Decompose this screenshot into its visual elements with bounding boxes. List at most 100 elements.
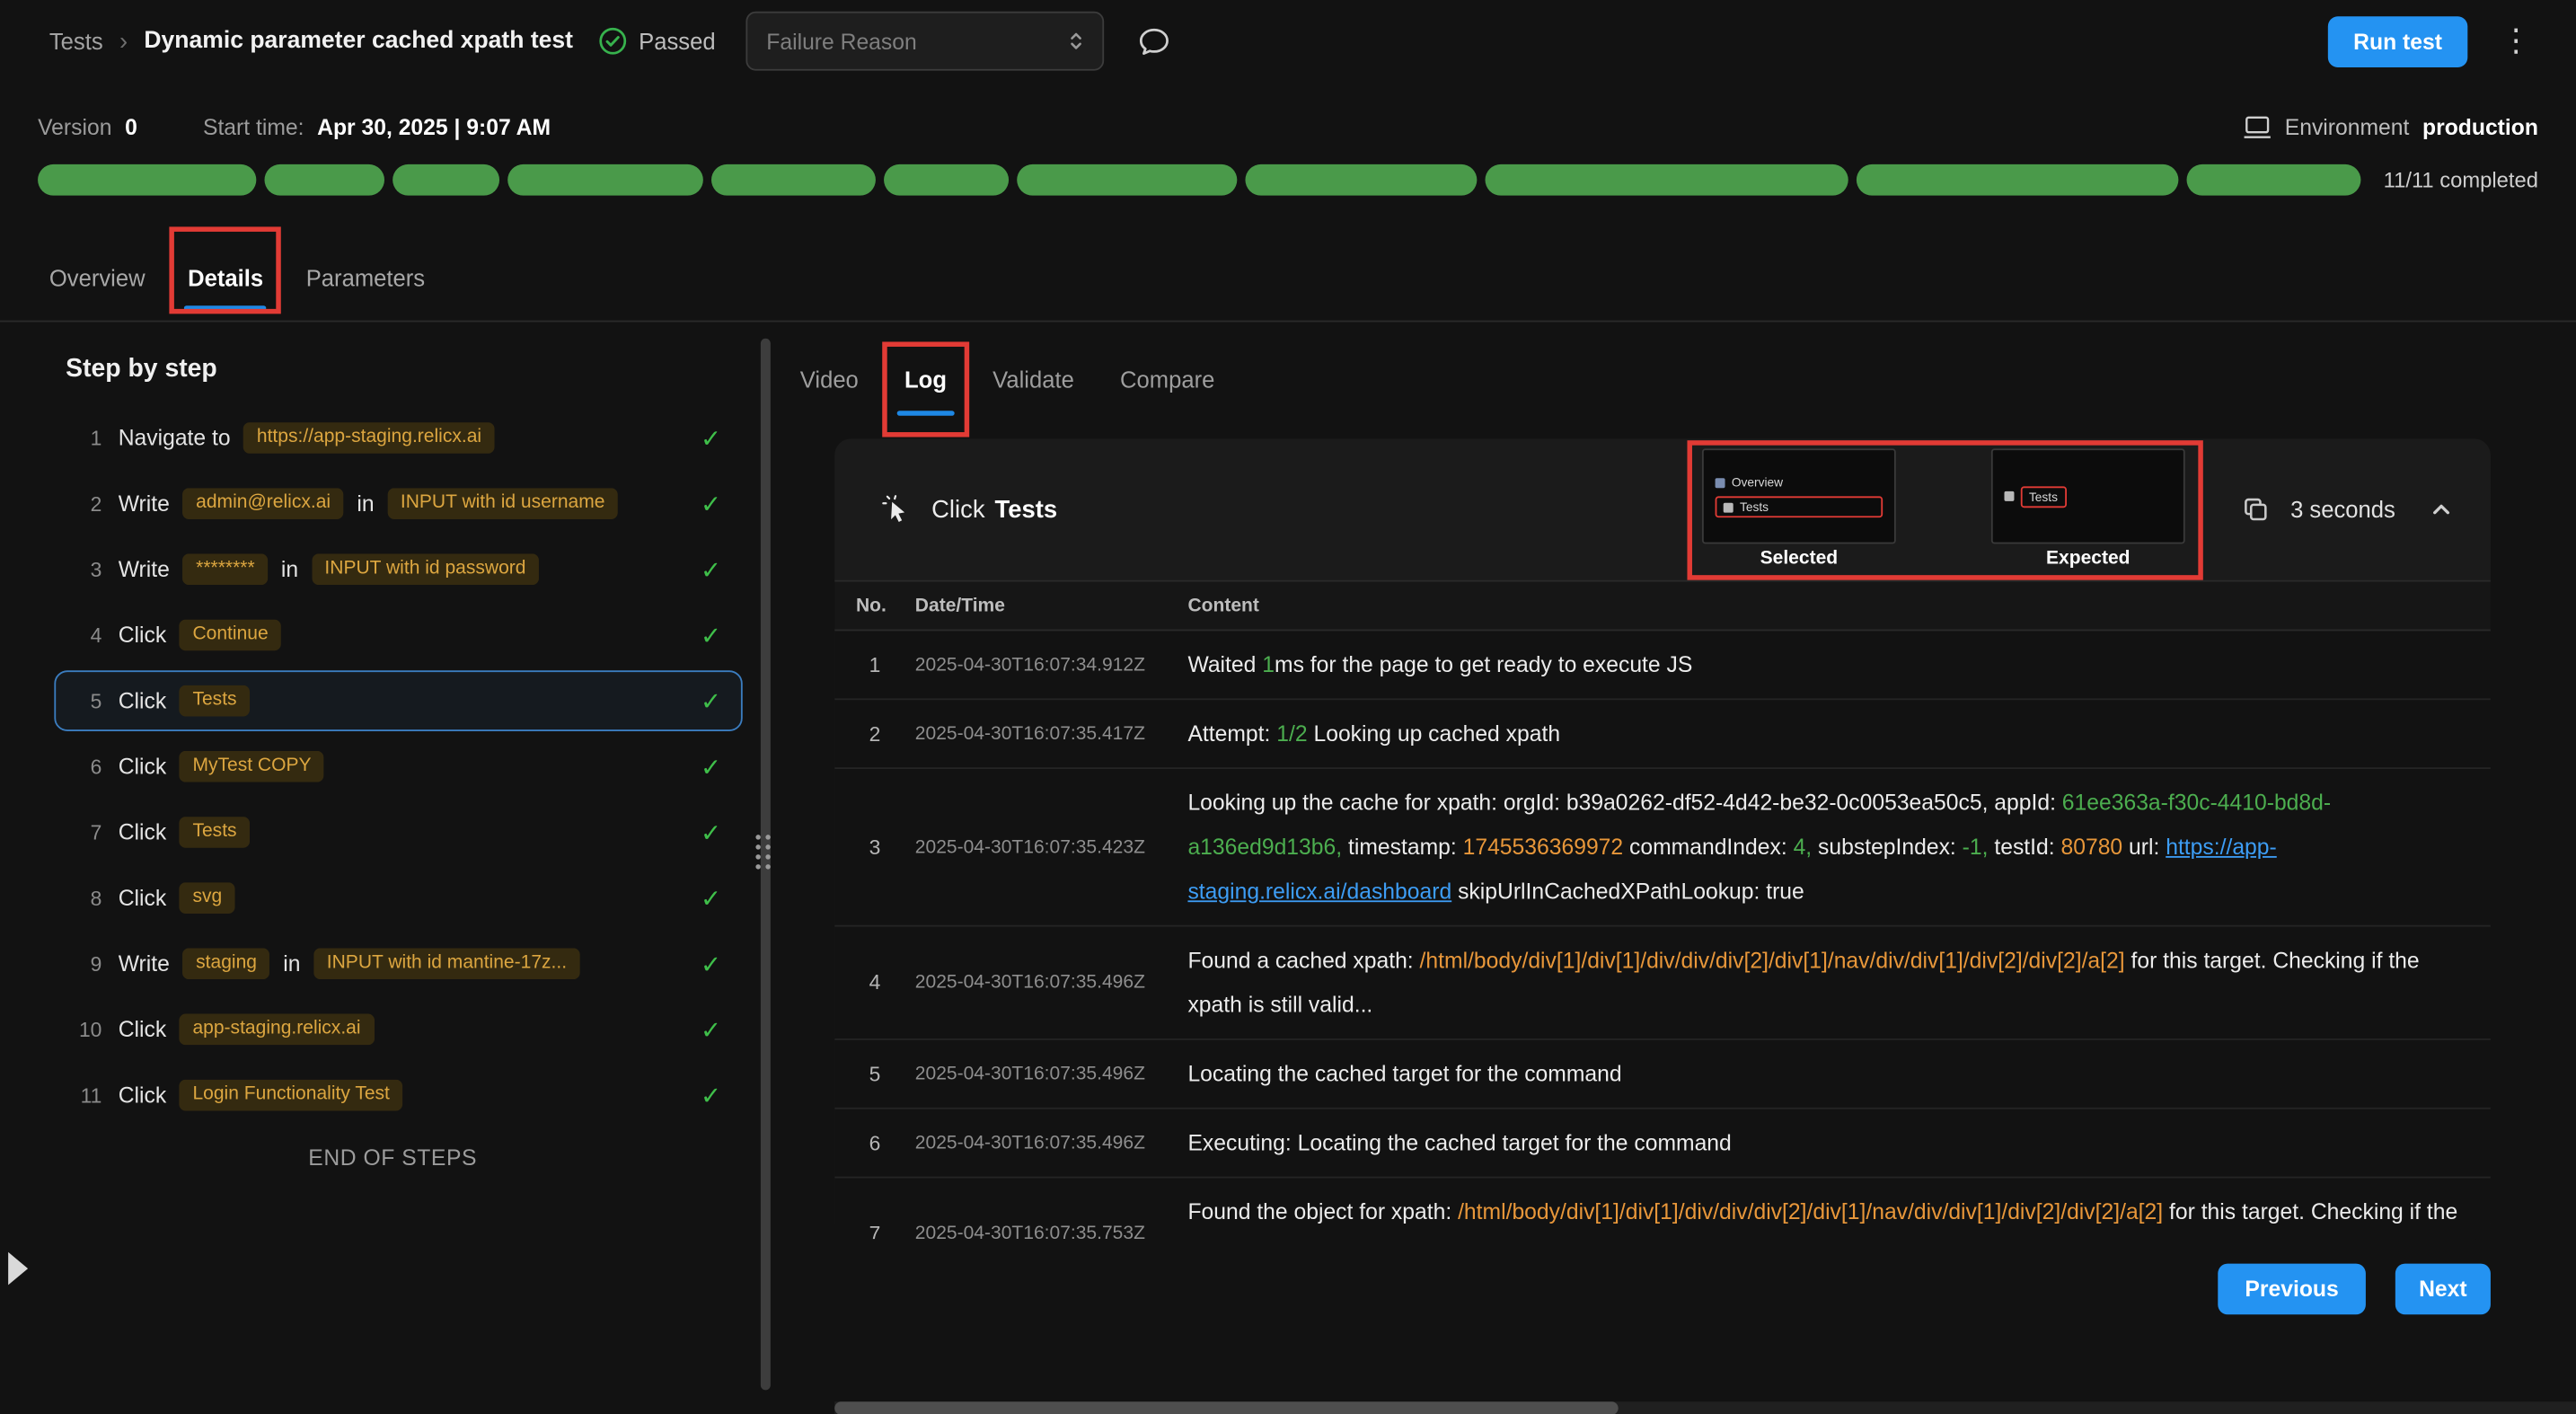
overflow-menu-button[interactable]: ⋮ — [2501, 25, 2527, 57]
horizontal-scrollbar[interactable] — [834, 1401, 2576, 1414]
breadcrumb-separator-icon: › — [119, 27, 128, 55]
step-row[interactable]: 8Clicksvg✓ — [54, 868, 742, 929]
tab-log[interactable]: Log — [904, 343, 947, 415]
step-action-text: Click — [119, 623, 167, 647]
selected-thumbnail-image: Overview Tests — [1702, 448, 1896, 544]
environment-label: Environment — [2285, 114, 2410, 138]
step-passed-check-icon: ✓ — [687, 489, 721, 518]
step-param-badge: Tests — [180, 685, 250, 717]
tests-icon — [1724, 502, 1734, 512]
log-row-number: 2 — [834, 722, 915, 746]
horizontal-scrollbar-thumb[interactable] — [834, 1401, 1618, 1414]
step-description: ClickTests — [119, 685, 688, 717]
step-row[interactable]: 2Writeadmin@relicx.aiinINPUT with id use… — [54, 473, 742, 535]
step-row[interactable]: 11ClickLogin Functionality Test✓ — [54, 1065, 742, 1126]
log-row-timestamp: 2025-04-30T16:07:35.496Z — [915, 973, 1188, 993]
passed-check-circle-icon — [597, 26, 627, 56]
expected-thumbnail[interactable]: Tests Expected — [1991, 448, 2185, 569]
tab-log-label: Log — [904, 367, 947, 393]
progress-segment[interactable] — [507, 164, 703, 196]
step-param-badge: ******** — [183, 553, 269, 586]
step-action-text: Click — [119, 820, 167, 844]
step-row[interactable]: 4 Click Continue ✓ — [54, 605, 742, 666]
breadcrumb-tests-link[interactable]: Tests — [49, 28, 103, 54]
step-row[interactable]: 9WritestaginginINPUT with id mantine-17z… — [54, 933, 742, 994]
cursor-click-icon — [880, 494, 912, 526]
log-row-number: 3 — [834, 835, 915, 859]
log-row-timestamp: 2025-04-30T16:07:35.423Z — [915, 837, 1188, 857]
step-row[interactable]: 5ClickTests✓ — [54, 670, 742, 731]
progress-segment[interactable] — [2186, 164, 2360, 196]
progress-segment[interactable] — [884, 164, 1010, 196]
log-row-number: 5 — [834, 1063, 915, 1086]
thumb-tests-row-highlight: Tests — [1716, 496, 1883, 517]
top-bar: Tests › Dynamic parameter cached xpath t… — [0, 0, 2576, 82]
step-row[interactable]: 10Clickapp-staging.relicx.ai✓ — [54, 999, 742, 1060]
status-badge-label: Passed — [639, 28, 715, 54]
tab-video[interactable]: Video — [800, 343, 859, 415]
step-passed-check-icon: ✓ — [687, 620, 721, 650]
step-row[interactable]: 1Navigate tohttps://app-staging.relicx.a… — [54, 408, 742, 469]
chevron-up-icon — [2428, 496, 2454, 522]
progress-segment[interactable] — [1245, 164, 1477, 196]
run-test-button[interactable]: Run test — [2328, 15, 2467, 66]
step-number: 4 — [66, 623, 101, 647]
environment-group: Environment production — [2242, 114, 2538, 138]
progress-segment[interactable] — [1485, 164, 1849, 196]
failure-reason-select[interactable]: Failure Reason — [745, 12, 1103, 71]
page-title: Dynamic parameter cached xpath test — [144, 28, 573, 54]
step-param-badge: svg — [180, 881, 235, 914]
step-duration: 3 seconds — [2290, 496, 2395, 522]
log-row: 72025-04-30T16:07:35.753ZFound the objec… — [834, 1178, 2491, 1239]
selected-thumbnail-caption: Selected — [1760, 549, 1839, 569]
end-of-steps-label: END OF STEPS — [38, 1145, 747, 1170]
step-passed-check-icon: ✓ — [687, 686, 721, 716]
step-param-badge: Continue — [180, 619, 281, 651]
tab-parameters[interactable]: Parameters — [306, 234, 425, 321]
step-param-badge: MyTest COPY — [180, 750, 324, 782]
selected-thumbnail[interactable]: Overview Tests Selected — [1702, 448, 1896, 569]
tab-compare[interactable]: Compare — [1120, 343, 1214, 415]
collapse-button[interactable] — [2428, 496, 2454, 522]
next-button[interactable]: Next — [2395, 1264, 2491, 1315]
progress-segment[interactable] — [1018, 164, 1236, 196]
step-row[interactable]: 3Write********inINPUT with id password✓ — [54, 539, 742, 600]
step-row[interactable]: 6ClickMyTest COPY✓ — [54, 736, 742, 797]
screen: Tests › Dynamic parameter cached xpath t… — [0, 0, 2576, 1414]
start-time-label: Start time: — [203, 114, 304, 138]
progress-segment[interactable] — [265, 164, 384, 196]
step-passed-check-icon: ✓ — [687, 554, 721, 584]
progress-segment[interactable] — [711, 164, 876, 196]
comment-button[interactable] — [1136, 24, 1170, 58]
progress-segment[interactable] — [392, 164, 499, 196]
thumb-tests-label: Tests — [1740, 499, 1769, 514]
expected-thumbnail-image: Tests — [1991, 448, 2185, 544]
expected-tests-label: Tests — [2029, 489, 2058, 503]
step-description: ClickTests — [119, 816, 688, 848]
progress-segment[interactable] — [1857, 164, 2179, 196]
tab-validate[interactable]: Validate — [992, 343, 1074, 415]
expand-panel-arrow[interactable] — [8, 1252, 28, 1286]
previous-button[interactable]: Previous — [2218, 1264, 2366, 1315]
step-row[interactable]: 7ClickTests✓ — [54, 802, 742, 863]
tab-details[interactable]: Details — [188, 234, 263, 321]
log-step-action: Click Tests — [880, 494, 1057, 526]
log-row-number: 1 — [834, 653, 915, 676]
step-action-text: in — [357, 491, 374, 516]
log-meta-group: 3 seconds — [2243, 496, 2455, 522]
tab-overview[interactable]: Overview — [49, 234, 146, 321]
overview-icon — [1716, 477, 1725, 487]
log-card-header: Click Tests Overview — [834, 438, 2491, 579]
progress-bar — [38, 164, 2360, 196]
steps-list: 1Navigate tohttps://app-staging.relicx.a… — [38, 408, 747, 1126]
step-action-text: Write — [119, 491, 170, 516]
panel-resize-handle[interactable] — [755, 835, 775, 878]
comment-icon — [1136, 24, 1170, 58]
log-row-content: Found the object for xpath: /html/body/d… — [1187, 1189, 2490, 1239]
progress-segment[interactable] — [38, 164, 256, 196]
log-row-number: 4 — [834, 971, 915, 994]
step-description: Navigate tohttps://app-staging.relicx.ai — [119, 421, 688, 454]
copy-button[interactable] — [2243, 496, 2269, 522]
step-description: Clickapp-staging.relicx.ai — [119, 1013, 688, 1046]
step-pager: Previous Next — [800, 1264, 2491, 1315]
